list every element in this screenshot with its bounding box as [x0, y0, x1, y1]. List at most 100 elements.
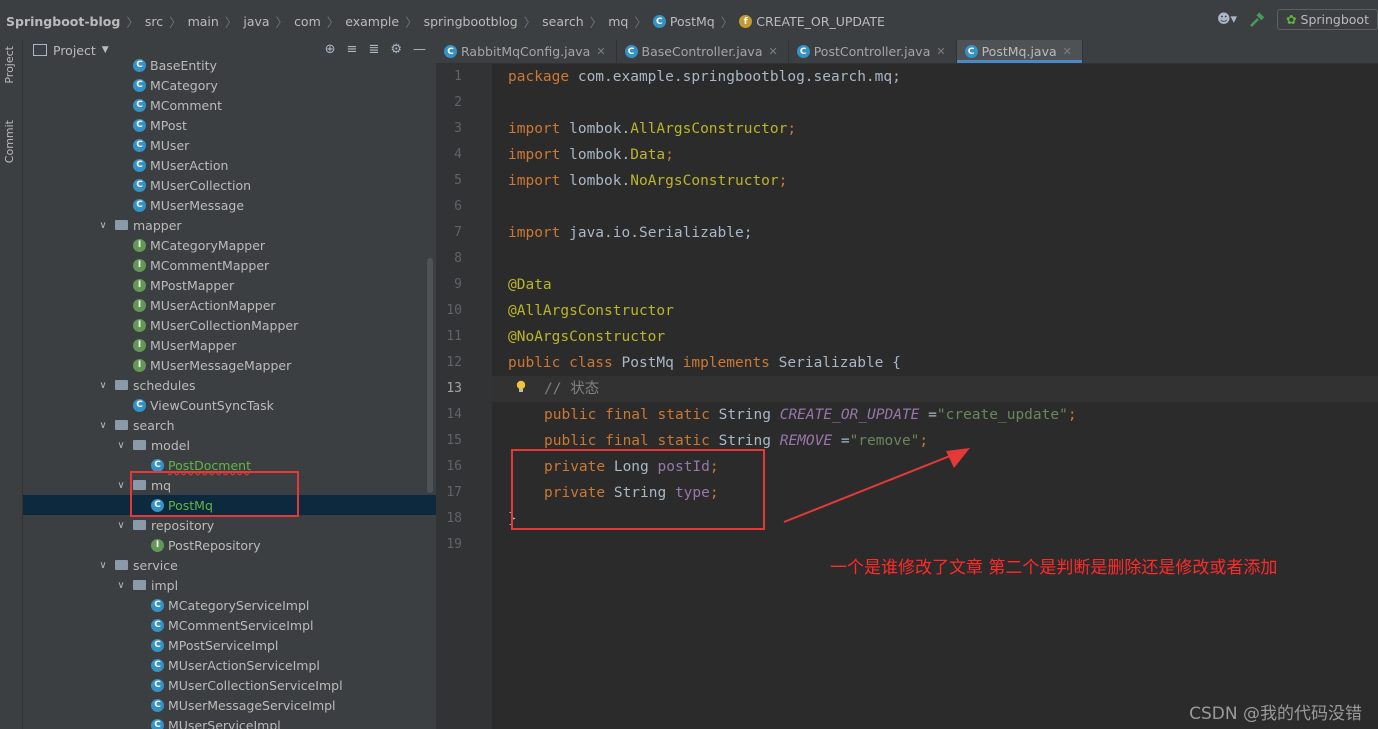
project-scrollbar[interactable]	[427, 258, 433, 493]
tree-item[interactable]: C MPostServiceImpl	[23, 635, 436, 655]
class-icon: C	[151, 658, 164, 672]
tree-item[interactable]: C MCommentServiceImpl	[23, 615, 436, 635]
chevron-down-icon[interactable]: ∨	[115, 520, 127, 531]
chevron-down-icon[interactable]: ∨	[115, 480, 127, 491]
project-tree: C BaseEntity C MCategory C MComment C MPost C MUs…	[23, 55, 436, 729]
editor-tab-label: RabbitMqConfig.java	[461, 44, 591, 59]
breadcrumb-example[interactable]: example	[345, 14, 399, 29]
tree-item[interactable]: I MPostMapper	[23, 275, 436, 295]
tree-item[interactable]: I PostRepository	[23, 535, 436, 555]
tree-item[interactable]: I MUserMessageMapper	[23, 355, 436, 375]
breadcrumb-postmq[interactable]: PostMq	[670, 14, 715, 29]
editor-tab-label: PostMq.java	[981, 44, 1057, 59]
chevron-down-icon[interactable]: ∨	[97, 380, 109, 391]
class-icon: C	[151, 598, 164, 612]
tree-item[interactable]: C ViewCountSyncTask	[23, 395, 436, 415]
close-icon[interactable]: ✕	[1063, 45, 1072, 58]
line-number: 16	[446, 459, 462, 474]
editor-tab[interactable]: C RabbitMqConfig.java ✕	[436, 40, 617, 63]
tree-item-label: MPostMapper	[150, 277, 235, 293]
breadcrumb-project[interactable]: Springboot-blog	[6, 14, 120, 29]
breadcrumb-field[interactable]: CREATE_OR_UPDATE	[756, 14, 885, 29]
breadcrumb-springbootblog[interactable]: springbootblog	[424, 14, 518, 29]
tree-item-label: service	[133, 557, 178, 573]
tree-item[interactable]: C BaseEntity	[23, 55, 436, 75]
code-line-4: import lombok.Data;	[508, 147, 674, 163]
tree-item[interactable]: C MPost	[23, 115, 436, 135]
class-icon: C	[133, 158, 146, 172]
breadcrumb-java[interactable]: java	[243, 14, 269, 29]
tree-item[interactable]: C MUserServiceImpl	[23, 715, 436, 729]
lightbulb-icon[interactable]	[516, 380, 526, 394]
annotation-arrow	[783, 448, 970, 523]
tree-item[interactable]: C MComment	[23, 95, 436, 115]
class-icon: C	[444, 45, 457, 58]
chevron-down-icon[interactable]: ∨	[115, 440, 127, 451]
watermark: CSDN @我的代码没错	[1189, 704, 1362, 724]
tree-item[interactable]: C MCategoryServiceImpl	[23, 595, 436, 615]
close-icon[interactable]: ✕	[936, 45, 945, 58]
chevron-down-icon[interactable]: ∨	[97, 420, 109, 431]
run-configuration-select[interactable]: ✿ Springboot	[1277, 9, 1378, 30]
breadcrumb-src[interactable]: src	[145, 14, 163, 29]
chevron-down-icon[interactable]: ∨	[115, 580, 127, 591]
close-icon[interactable]: ✕	[596, 45, 605, 58]
close-icon[interactable]: ✕	[768, 45, 777, 58]
tree-item[interactable]: C MUserCollection	[23, 175, 436, 195]
interface-icon: I	[151, 538, 164, 552]
line-number: 7	[454, 225, 462, 240]
folder-icon	[133, 580, 146, 590]
tree-folder[interactable]: ∨ search	[23, 415, 436, 435]
class-icon: C	[133, 198, 146, 212]
tree-item-label: PostRepository	[168, 537, 261, 553]
line-number: 8	[454, 251, 462, 266]
editor-tab[interactable]: C PostController.java ✕	[789, 40, 957, 63]
line-number: 10	[446, 303, 462, 318]
highlight-box-fields	[511, 449, 765, 530]
tree-folder[interactable]: ∨ service	[23, 555, 436, 575]
tree-folder[interactable]: ∨ model	[23, 435, 436, 455]
line-number: 15	[446, 433, 462, 448]
project-tool-tab[interactable]: Project	[3, 46, 16, 84]
editor-tab[interactable]: C BaseController.java ✕	[617, 40, 789, 63]
tree-item[interactable]: C MUserActionServiceImpl	[23, 655, 436, 675]
tree-item-label: MUserMessage	[150, 197, 245, 213]
tree-item[interactable]: C MUser	[23, 135, 436, 155]
tree-item[interactable]: C MUserCollectionServiceImpl	[23, 675, 436, 695]
breadcrumb-search[interactable]: search	[542, 14, 584, 29]
tree-item-label: MCategory	[150, 77, 218, 93]
tree-item[interactable]: I MCommentMapper	[23, 255, 436, 275]
build-hammer-icon[interactable]	[1249, 11, 1265, 28]
field-icon: f	[739, 15, 753, 28]
tree-item-label: mapper	[133, 217, 182, 233]
tree-folder[interactable]: ∨ schedules	[23, 375, 436, 395]
tree-item-label: MCommentServiceImpl	[168, 617, 314, 633]
chevron-down-icon[interactable]: ∨	[97, 560, 109, 571]
breadcrumb-mq[interactable]: mq	[608, 14, 628, 29]
tree-item[interactable]: I MUserMapper	[23, 335, 436, 355]
commit-tool-tab[interactable]: Commit	[3, 120, 16, 163]
tree-item[interactable]: I MUserCollectionMapper	[23, 315, 436, 335]
tree-item[interactable]: C MUserMessage	[23, 195, 436, 215]
tree-folder[interactable]: ∨ impl	[23, 575, 436, 595]
tree-folder[interactable]: ∨ repository	[23, 515, 436, 535]
code-line-13: // 状态	[544, 381, 600, 397]
user-icon[interactable]: ☻▾	[1217, 12, 1237, 27]
tree-folder[interactable]: ∨ mapper	[23, 215, 436, 235]
breadcrumb-com[interactable]: com	[294, 14, 321, 29]
tree-item[interactable]: C MUserMessageServiceImpl	[23, 695, 436, 715]
tree-item[interactable]: C MUserAction	[23, 155, 436, 175]
chevron-down-icon[interactable]: ▼	[102, 45, 109, 55]
chevron-down-icon[interactable]: ∨	[97, 220, 109, 231]
tree-item[interactable]: C MCategory	[23, 75, 436, 95]
class-icon: C	[151, 638, 164, 652]
tree-item[interactable]: I MUserActionMapper	[23, 295, 436, 315]
tree-item[interactable]: I MCategoryMapper	[23, 235, 436, 255]
editor-tab[interactable]: C PostMq.java ✕	[956, 40, 1083, 63]
breadcrumb-main[interactable]: main	[188, 14, 219, 29]
tree-item-label: MUserAction	[150, 157, 229, 173]
tree-item-label: MCommentMapper	[150, 257, 270, 273]
class-icon: C	[133, 78, 146, 92]
class-icon: C	[151, 698, 164, 712]
interface-icon: I	[133, 358, 146, 372]
